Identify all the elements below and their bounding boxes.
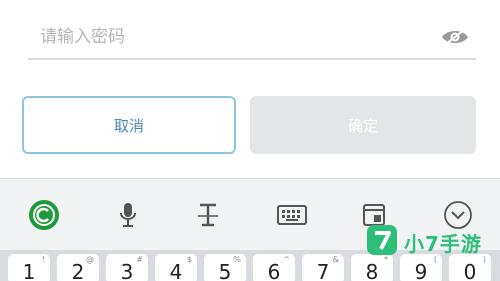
key-sublabel: ^ — [283, 255, 290, 264]
key-sublabel: % — [233, 255, 241, 264]
watermark: 小7手游 — [366, 224, 496, 260]
microphone-icon[interactable] — [110, 197, 146, 233]
confirm-button-label: 确定 — [347, 116, 378, 135]
keyboard-icon[interactable] — [274, 197, 310, 233]
key-1[interactable]: 1 ! — [8, 254, 50, 281]
key-sublabel: & — [332, 255, 339, 264]
key-3[interactable]: 3 # — [106, 254, 148, 281]
key-7[interactable]: 7 & — [302, 254, 344, 281]
text-cursor-icon[interactable] — [190, 197, 226, 233]
watermark-logo-icon — [367, 225, 397, 255]
key-sublabel: @ — [86, 255, 94, 264]
key-sublabel: # — [136, 255, 143, 264]
app-logo-icon[interactable] — [26, 197, 62, 233]
key-5[interactable]: 5 % — [204, 254, 246, 281]
password-dialog: 取消 确定 1 ! 2 @ 3 # 4 $ 5 % 6 ^ 7 & 8 * 9 … — [0, 0, 500, 281]
key-sublabel: ! — [41, 255, 45, 264]
key-2[interactable]: 2 @ — [57, 254, 99, 281]
password-field-row — [28, 14, 476, 60]
password-underline — [28, 58, 476, 60]
key-sublabel: $ — [186, 255, 192, 264]
cancel-button-label: 取消 — [113, 116, 144, 135]
key-6[interactable]: 6 ^ — [253, 254, 295, 281]
key-4[interactable]: 4 $ — [155, 254, 197, 281]
eye-toggle-icon[interactable] — [440, 26, 470, 48]
watermark-text: 小7手游 — [404, 232, 482, 256]
cancel-button[interactable]: 取消 — [22, 96, 236, 154]
password-input[interactable] — [28, 14, 428, 60]
confirm-button[interactable]: 确定 — [250, 96, 476, 154]
